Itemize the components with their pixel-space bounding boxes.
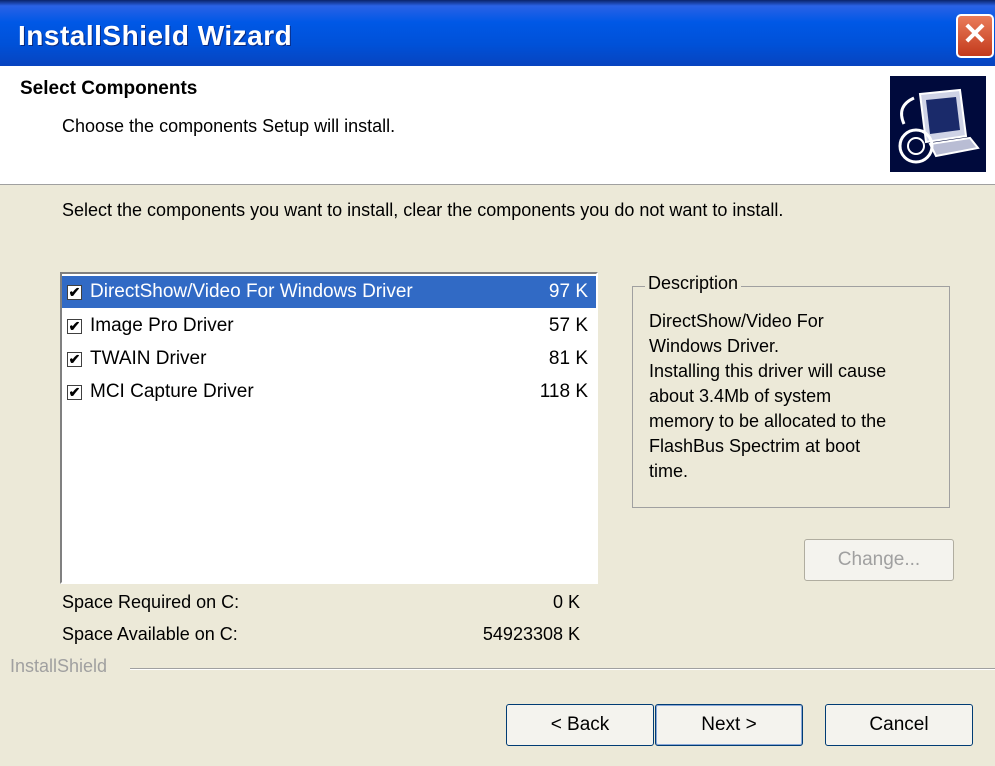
description-group: Description DirectShow/Video For Windows…	[632, 273, 950, 508]
component-list[interactable]: ✔ DirectShow/Video For Windows Driver 97…	[60, 272, 598, 584]
component-name: DirectShow/Video For Windows Driver	[90, 281, 413, 302]
component-size: 118 K	[539, 381, 588, 402]
back-button[interactable]: < Back	[506, 704, 654, 746]
component-row-twain[interactable]: ✔ TWAIN Driver 81 K	[62, 343, 596, 375]
header-panel: Select Components Choose the components …	[0, 66, 995, 185]
title-bar: InstallShield Wizard ✕	[0, 0, 995, 74]
component-row-directshow[interactable]: ✔ DirectShow/Video For Windows Driver 97…	[62, 276, 596, 308]
change-button[interactable]: Change...	[804, 539, 954, 581]
component-size: 81 K	[548, 348, 588, 369]
space-required-value: 0 K	[552, 592, 580, 612]
window-title: InstallShield Wizard	[18, 20, 293, 51]
component-name: TWAIN Driver	[90, 348, 207, 369]
component-row-image-pro[interactable]: ✔ Image Pro Driver 57 K	[62, 310, 596, 342]
component-size: 97 K	[548, 281, 588, 302]
installshield-brand: InstallShield	[10, 656, 108, 676]
component-row-mci[interactable]: ✔ MCI Capture Driver 118 K	[62, 376, 596, 408]
component-checkbox-twain[interactable]: ✔	[67, 352, 82, 367]
page-title: Select Components	[20, 78, 198, 99]
component-size: 57 K	[548, 315, 588, 336]
space-required-label: Space Required on C:	[62, 592, 240, 612]
instruction-text: Select the components you want to instal…	[62, 200, 784, 220]
cancel-button[interactable]: Cancel	[825, 704, 973, 746]
space-available-value: 54923308 K	[482, 624, 580, 644]
next-button[interactable]: Next >	[655, 704, 803, 746]
component-name: MCI Capture Driver	[90, 381, 254, 402]
description-text: DirectShow/Video For Windows Driver. Ins…	[649, 311, 887, 481]
footer-divider	[130, 668, 995, 670]
page-subtitle: Choose the components Setup will install…	[62, 116, 396, 136]
component-checkbox-directshow[interactable]: ✔	[67, 285, 82, 300]
space-available-label: Space Available on C:	[62, 624, 238, 644]
description-legend: Description	[645, 273, 742, 294]
close-icon: ✕	[962, 18, 988, 51]
computer-setup-icon	[890, 76, 986, 172]
component-checkbox-image-pro[interactable]: ✔	[67, 319, 82, 334]
component-name: Image Pro Driver	[90, 315, 234, 336]
close-button[interactable]: ✕	[956, 14, 994, 58]
component-checkbox-mci[interactable]: ✔	[67, 385, 82, 400]
